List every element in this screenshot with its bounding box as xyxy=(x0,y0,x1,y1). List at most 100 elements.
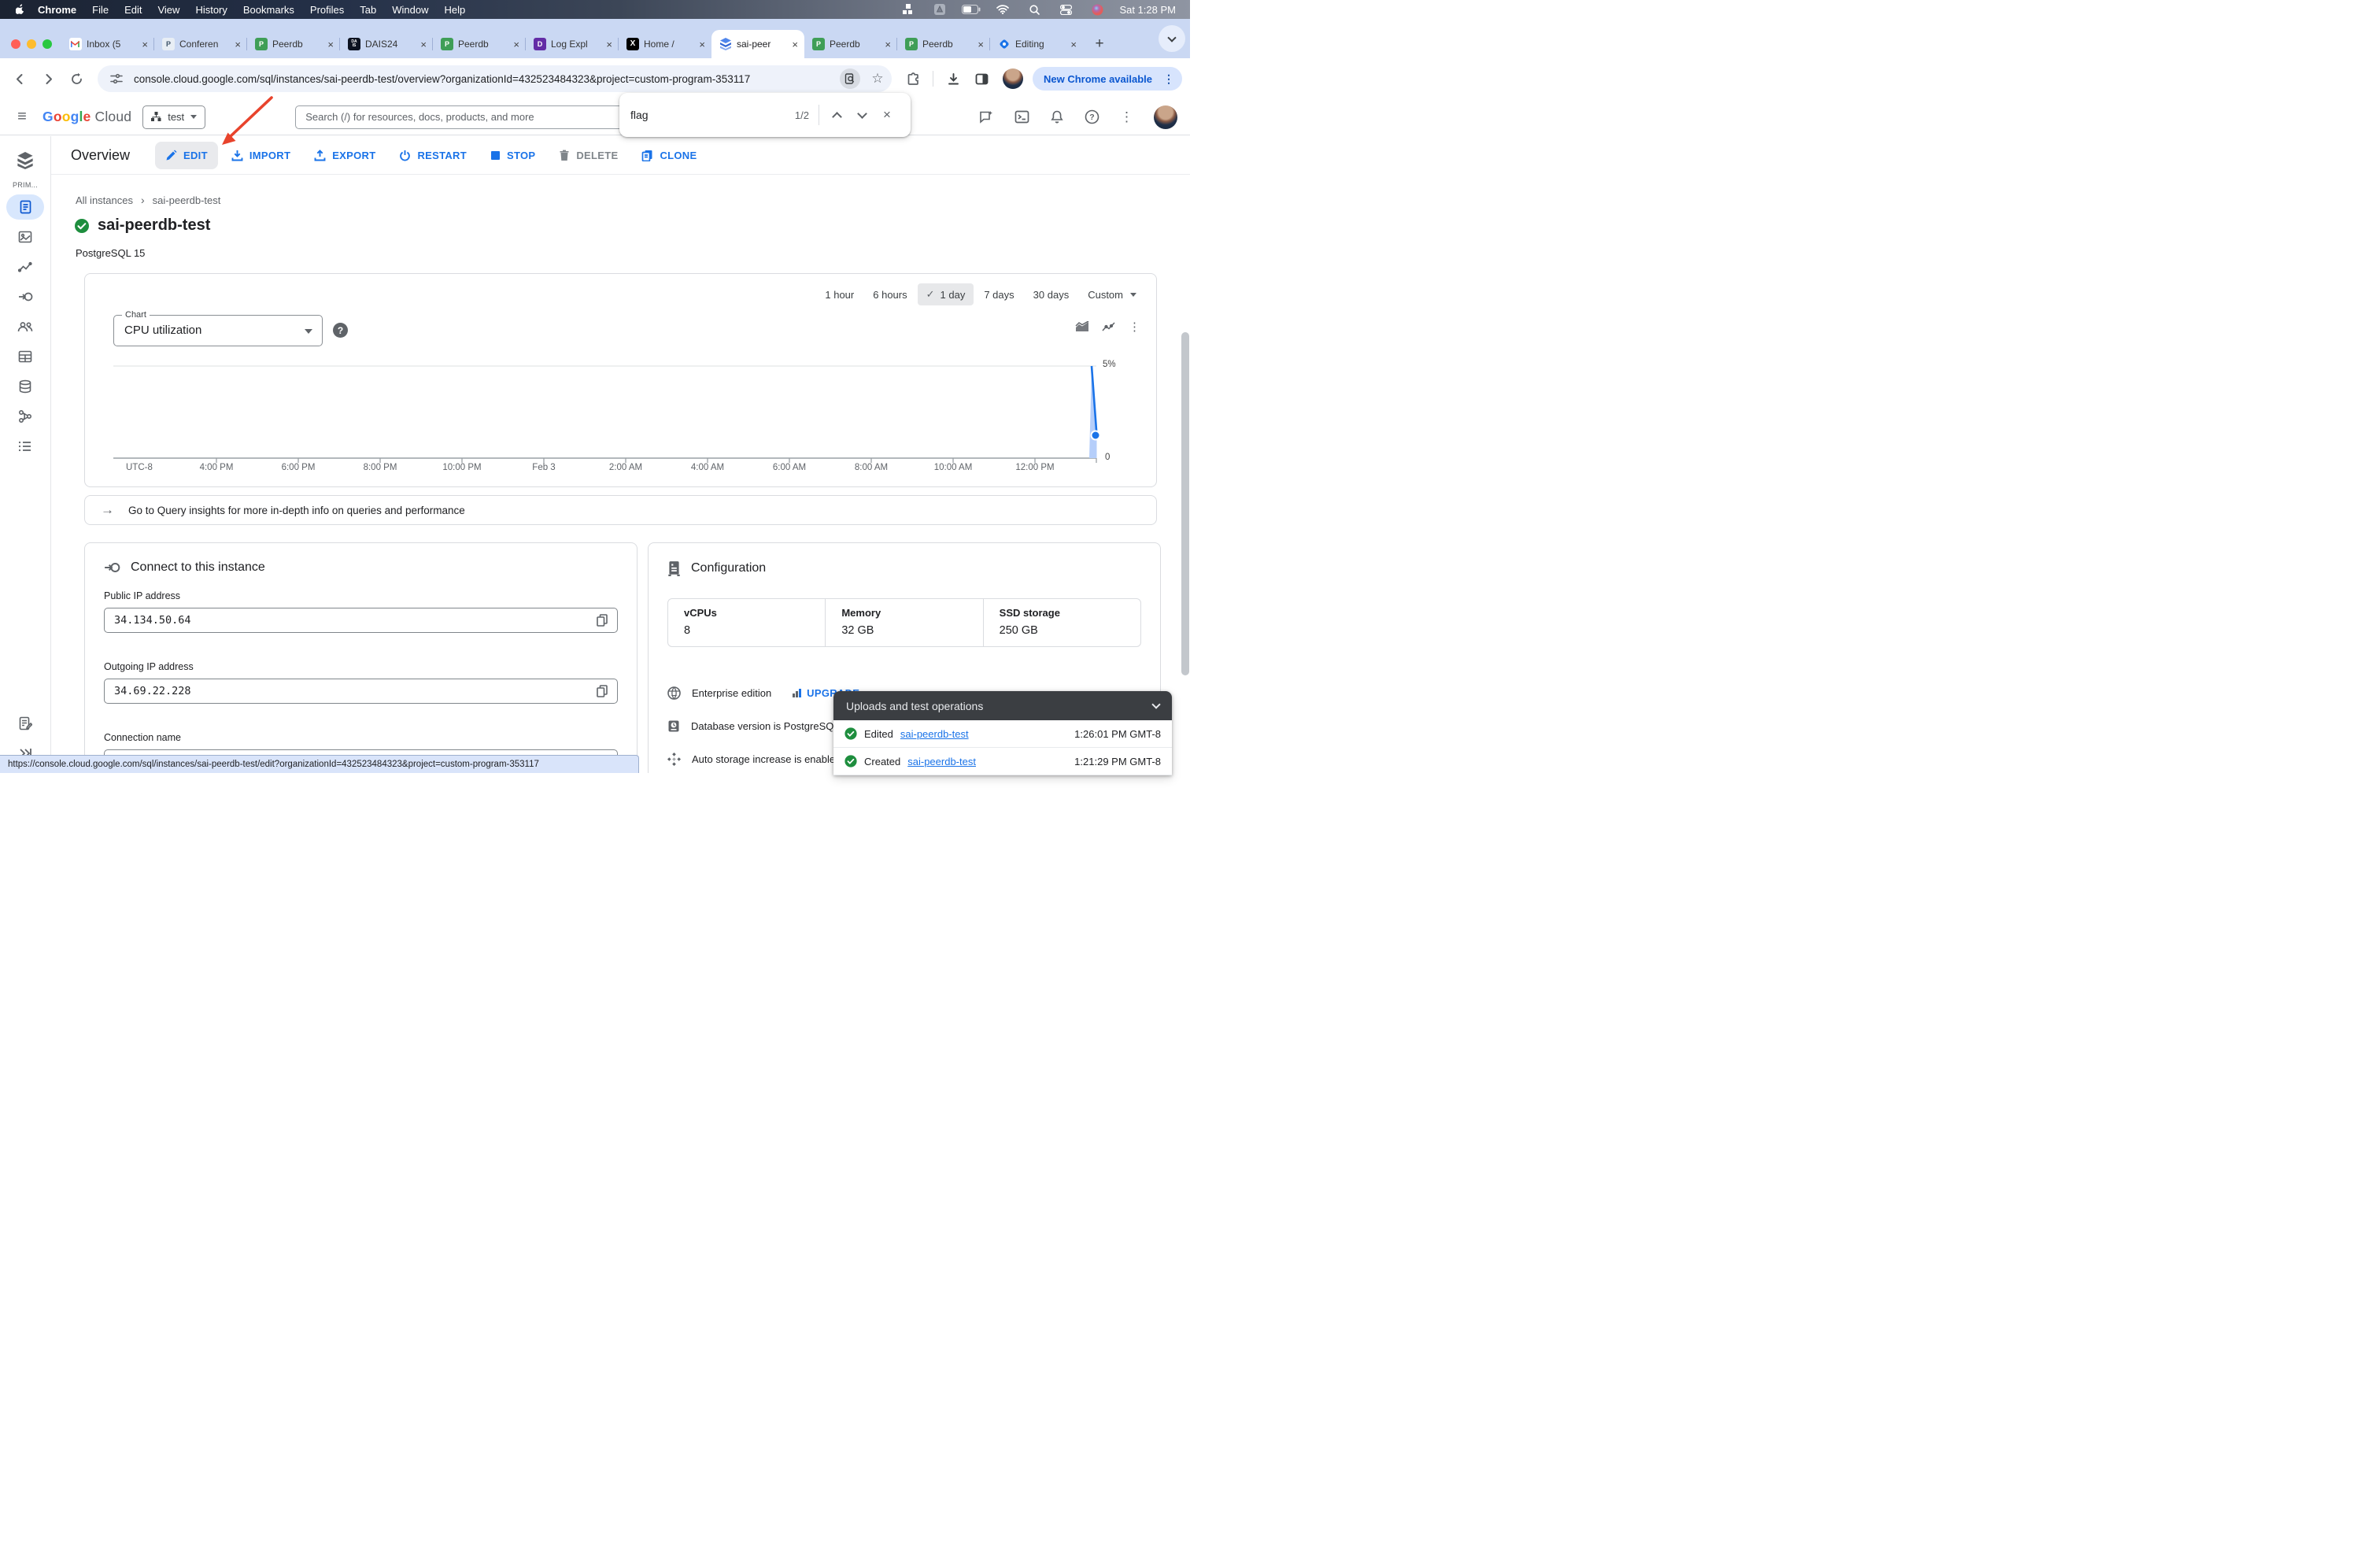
range-30-days[interactable]: 30 days xyxy=(1025,284,1078,305)
site-settings-icon[interactable] xyxy=(107,69,126,88)
nav-release-notes[interactable] xyxy=(6,711,44,736)
stage-manager-icon[interactable] xyxy=(899,0,918,19)
close-tab-icon[interactable]: × xyxy=(699,39,705,50)
close-tab-icon[interactable]: × xyxy=(327,39,334,50)
nav-connections[interactable] xyxy=(6,284,44,309)
cpu-utilization-chart[interactable] xyxy=(113,361,1105,467)
import-button[interactable]: IMPORT xyxy=(221,142,301,169)
tab-inbox[interactable]: Inbox (5 × xyxy=(61,30,154,58)
tab-conference[interactable]: P Conferen × xyxy=(154,30,247,58)
range-custom[interactable]: Custom xyxy=(1079,284,1145,305)
close-tab-icon[interactable]: × xyxy=(142,39,148,50)
find-in-page-icon[interactable] xyxy=(840,68,860,89)
range-7-days[interactable]: 7 days xyxy=(975,284,1022,305)
maximize-window-button[interactable] xyxy=(42,39,52,49)
cloud-shell-icon[interactable] xyxy=(1014,109,1029,124)
nav-observability[interactable] xyxy=(6,224,44,250)
cpu-latest-point[interactable] xyxy=(1090,430,1101,441)
find-query-input[interactable]: flag xyxy=(630,109,795,121)
close-window-button[interactable] xyxy=(11,39,20,49)
restart-button[interactable]: RESTART xyxy=(389,142,477,169)
breadcrumb-all-instances[interactable]: All instances xyxy=(76,194,133,206)
nav-menu-icon[interactable]: ≡ xyxy=(13,108,31,126)
nav-backups[interactable] xyxy=(6,374,44,399)
tab-peerdb-3[interactable]: P Peerdb × xyxy=(804,30,897,58)
side-panel-icon[interactable] xyxy=(970,67,993,91)
chart-kebab-icon[interactable]: ⋮ xyxy=(1129,320,1140,334)
menu-profiles[interactable]: Profiles xyxy=(302,4,352,16)
nav-operations[interactable] xyxy=(6,434,44,459)
close-tab-icon[interactable]: × xyxy=(606,39,612,50)
url-text[interactable]: console.cloud.google.com/sql/instances/s… xyxy=(134,73,832,85)
chrome-menu-kebab-icon[interactable]: ⋮ xyxy=(1160,72,1177,86)
menu-clock[interactable]: Sat 1:28 PM xyxy=(1119,4,1176,16)
chart-help-icon[interactable]: ? xyxy=(333,323,348,338)
extensions-icon[interactable] xyxy=(901,67,925,91)
close-tab-icon[interactable]: × xyxy=(513,39,519,50)
menu-file[interactable]: File xyxy=(84,4,116,16)
account-avatar[interactable] xyxy=(1154,105,1177,129)
menu-tab[interactable]: Tab xyxy=(352,4,384,16)
close-tab-icon[interactable]: × xyxy=(235,39,241,50)
menu-window[interactable]: Window xyxy=(384,4,436,16)
close-tab-icon[interactable]: × xyxy=(792,39,798,50)
minimize-window-button[interactable] xyxy=(27,39,36,49)
nav-replicas[interactable] xyxy=(6,404,44,429)
operation-target-link[interactable]: sai-peerdb-test xyxy=(900,728,969,740)
menu-history[interactable]: History xyxy=(187,4,235,16)
menu-view[interactable]: View xyxy=(150,4,187,16)
new-tab-button[interactable]: + xyxy=(1088,32,1111,56)
range-6-hours[interactable]: 6 hours xyxy=(864,284,915,305)
tab-sai-peerdb-active[interactable]: sai-peer × xyxy=(711,30,804,58)
apple-icon[interactable] xyxy=(11,0,30,19)
cloud-sql-product-icon[interactable] xyxy=(6,148,44,173)
find-close-button[interactable]: × xyxy=(874,102,900,128)
control-center-icon[interactable] xyxy=(1056,0,1075,19)
battery-icon[interactable] xyxy=(962,0,981,19)
menu-edit[interactable]: Edit xyxy=(116,4,150,16)
back-button[interactable] xyxy=(8,67,31,91)
siri-icon[interactable] xyxy=(1088,0,1107,19)
tab-log-explorer[interactable]: D Log Expl × xyxy=(526,30,619,58)
area-chart-mode-icon[interactable] xyxy=(1075,321,1089,332)
range-1-hour[interactable]: 1 hour xyxy=(816,284,863,305)
page-scrollbar-thumb[interactable] xyxy=(1181,332,1189,675)
page-scroll-area[interactable]: All instances › sai-peerdb-test sai-peer… xyxy=(51,175,1190,773)
close-tab-icon[interactable]: × xyxy=(1070,39,1077,50)
chart-metric-select[interactable]: Chart CPU utilization xyxy=(113,310,323,346)
stop-button[interactable]: STOP xyxy=(480,142,545,169)
google-cloud-logo[interactable]: Google Cloud xyxy=(42,109,131,125)
operations-panel-header[interactable]: Uploads and test operations xyxy=(833,691,1172,720)
project-picker[interactable]: test xyxy=(142,105,206,129)
nav-system-insights[interactable] xyxy=(6,254,44,279)
nav-users[interactable] xyxy=(6,314,44,339)
find-previous-button[interactable] xyxy=(824,102,849,128)
bookmark-star-icon[interactable]: ☆ xyxy=(868,69,887,88)
browser-profile-avatar[interactable] xyxy=(1003,68,1023,89)
menu-bookmarks[interactable]: Bookmarks xyxy=(235,4,302,16)
tab-peerdb-2[interactable]: P Peerdb × xyxy=(433,30,526,58)
forward-button[interactable] xyxy=(36,67,60,91)
reload-button[interactable] xyxy=(65,67,88,91)
nav-databases[interactable] xyxy=(6,344,44,369)
outgoing-ip-field[interactable]: 34.69.22.228 xyxy=(104,679,618,704)
notifications-bell-icon[interactable] xyxy=(1050,109,1064,124)
tab-search-button[interactable] xyxy=(1159,25,1185,52)
close-tab-icon[interactable]: × xyxy=(885,39,891,50)
spotlight-icon[interactable] xyxy=(1025,0,1044,19)
header-kebab-icon[interactable]: ⋮ xyxy=(1120,109,1133,125)
find-next-button[interactable] xyxy=(849,102,874,128)
wifi-icon[interactable] xyxy=(993,0,1012,19)
app-status-icon[interactable] xyxy=(930,0,949,19)
downloads-icon[interactable] xyxy=(941,67,965,91)
export-button[interactable]: EXPORT xyxy=(304,142,386,169)
tab-dais24[interactable]: DA IS DAIS24 × xyxy=(340,30,433,58)
operation-target-link[interactable]: sai-peerdb-test xyxy=(907,756,976,767)
tab-editing[interactable]: Editing × xyxy=(990,30,1083,58)
tab-peerdb-1[interactable]: P Peerdb × xyxy=(247,30,340,58)
help-icon[interactable]: ? xyxy=(1085,109,1099,124)
update-chrome-chip[interactable]: New Chrome available ⋮ xyxy=(1033,67,1182,91)
public-ip-field[interactable]: 34.134.50.64 xyxy=(104,608,618,633)
menu-chrome[interactable]: Chrome xyxy=(30,4,84,16)
menu-help[interactable]: Help xyxy=(437,4,474,16)
